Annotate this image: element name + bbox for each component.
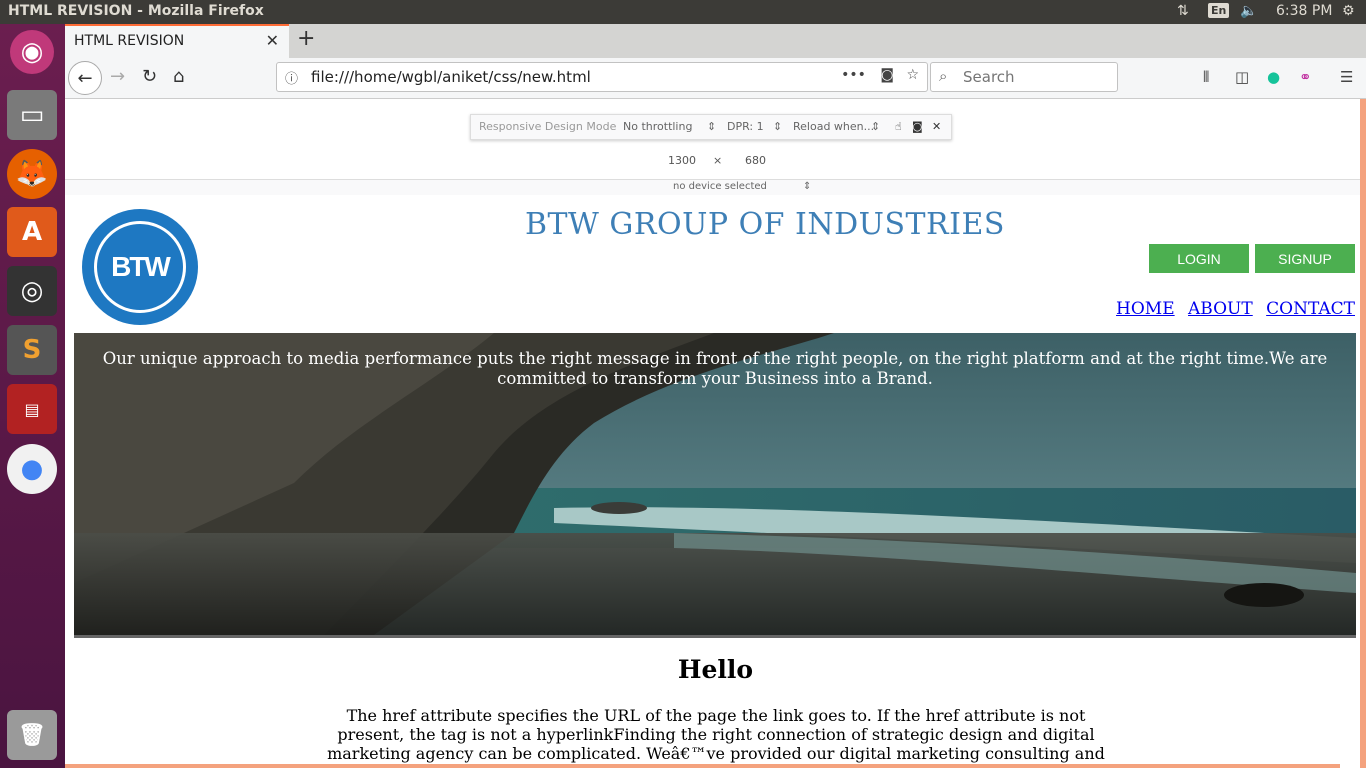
url-bar[interactable]: ⓘ file:///home/wgbl/aniket/css/new.html … — [276, 62, 928, 92]
chrome-icon[interactable]: ● — [7, 444, 57, 494]
library-icon[interactable]: ⫴ — [1203, 68, 1209, 86]
sublime-text-icon[interactable]: S — [7, 325, 57, 375]
nav-home-link[interactable]: HOME — [1116, 299, 1175, 319]
grammarly-icon[interactable]: ● — [1267, 68, 1280, 86]
bookmark-star-icon[interactable]: ☆ — [906, 67, 919, 83]
gear-icon[interactable]: ⚙ — [1342, 3, 1355, 19]
info-icon[interactable]: ⓘ — [285, 68, 298, 87]
hello-heading: Hello — [677, 655, 754, 684]
touch-simulation-icon[interactable]: ☝ — [895, 120, 902, 133]
files-icon[interactable]: ▭ — [7, 90, 57, 140]
home-button[interactable]: ⌂ — [173, 66, 184, 87]
search-input[interactable] — [961, 67, 1115, 87]
nav-contact-link[interactable]: CONTACT — [1266, 299, 1355, 319]
device-select[interactable]: no device selected — [673, 181, 767, 192]
page-actions[interactable]: ••• ◙ ☆ — [841, 67, 919, 83]
system-top-bar: HTML REVISION - Mozilla Firefox ⇅ En 🔈 6… — [0, 0, 1366, 24]
throttling-select[interactable]: No throttling — [623, 120, 692, 133]
forward-button[interactable]: → — [110, 66, 125, 87]
vault-icon[interactable]: ◎ — [7, 266, 57, 316]
navigation-toolbar: ← → ↻ ⌂ ⓘ file:///home/wgbl/aniket/css/n… — [65, 58, 1366, 99]
reload-dropdown-icon[interactable]: ⇕ — [871, 120, 880, 133]
rdm-toolbar: Responsive Design Mode No throttling ⇕ D… — [470, 114, 952, 140]
device-selector-bar: no device selected ⇕ — [65, 179, 1366, 196]
dimension-separator: × — [713, 154, 723, 167]
close-rdm-icon[interactable]: ✕ — [932, 120, 941, 133]
hamburger-menu-icon[interactable]: ☰ — [1340, 68, 1353, 86]
volume-icon[interactable]: 🔈 — [1240, 3, 1257, 19]
intro-paragraph: The href attribute specifies the URL of … — [327, 706, 1105, 763]
btw-logo: BTW — [82, 209, 198, 325]
viewport-width[interactable]: 1300 — [668, 154, 696, 167]
new-tab-button[interactable]: + — [297, 26, 315, 51]
dpr-select[interactable]: DPR: 1 — [727, 120, 764, 133]
tab-strip: HTML REVISION ✕ + — [65, 24, 1366, 58]
close-icon[interactable]: ✕ — [266, 31, 279, 50]
tab-label: HTML REVISION — [74, 33, 185, 49]
page-viewport: BTW BTW GROUP OF INDUSTRIES LOGIN SIGNUP… — [65, 195, 1360, 768]
reload-select[interactable]: Reload when... — [793, 120, 874, 133]
clock[interactable]: 6:38 PM — [1276, 3, 1332, 19]
logo-text: BTW — [94, 221, 186, 313]
company-title: BTW GROUP OF INDUSTRIES — [525, 207, 1005, 242]
pocket-icon[interactable]: ◙ — [880, 67, 894, 83]
browser-content: Responsive Design Mode No throttling ⇕ D… — [65, 99, 1366, 768]
device-dropdown-icon[interactable]: ⇕ — [803, 181, 811, 192]
screenshot-icon[interactable]: ◙ — [912, 120, 923, 133]
nav-about-link[interactable]: ABOUT — [1188, 299, 1253, 319]
search-box[interactable]: ⌕ — [930, 62, 1118, 92]
throttling-dropdown-icon[interactable]: ⇕ — [707, 120, 716, 133]
extension-icon[interactable]: ⚭ — [1299, 68, 1312, 86]
viewport-height[interactable]: 680 — [745, 154, 766, 167]
login-button[interactable]: LOGIN — [1149, 244, 1249, 273]
main-nav: HOME ABOUT CONTACT — [1108, 299, 1355, 319]
search-icon: ⌕ — [939, 67, 948, 85]
network-icon[interactable]: ⇅ — [1177, 3, 1189, 19]
launcher: ◉ ▭ 🦊 A ◎ S ▤ ● 🗑 — [0, 24, 65, 768]
horizontal-resize-handle[interactable] — [65, 764, 1340, 768]
hero-text: Our unique approach to media performance… — [102, 349, 1328, 388]
ubuntu-dash-icon[interactable]: ◉ — [10, 30, 54, 74]
sidebar-icon[interactable]: ◫ — [1235, 68, 1249, 86]
dpr-dropdown-icon[interactable]: ⇕ — [773, 120, 782, 133]
vertical-resize-handle[interactable] — [1360, 99, 1366, 768]
window-title: HTML REVISION - Mozilla Firefox — [8, 3, 264, 19]
rdm-mode-label: Responsive Design Mode — [479, 120, 617, 133]
firefox-icon[interactable]: 🦊 — [7, 149, 57, 199]
tab-html-revision[interactable]: HTML REVISION ✕ — [65, 24, 289, 58]
trash-icon[interactable]: 🗑 — [7, 710, 57, 760]
signup-button[interactable]: SIGNUP — [1255, 244, 1355, 273]
reload-button[interactable]: ↻ — [142, 66, 157, 87]
back-button[interactable]: ← — [68, 61, 102, 95]
software-center-icon[interactable]: A — [7, 207, 57, 257]
page-actions-menu-icon[interactable]: ••• — [841, 67, 866, 83]
url-text[interactable]: file:///home/wgbl/aniket/css/new.html — [311, 68, 591, 86]
hero-banner: Our unique approach to media performance… — [74, 333, 1356, 638]
terminal-multiplexer-icon[interactable]: ▤ — [7, 384, 57, 434]
keyboard-layout-indicator[interactable]: En — [1208, 3, 1230, 18]
